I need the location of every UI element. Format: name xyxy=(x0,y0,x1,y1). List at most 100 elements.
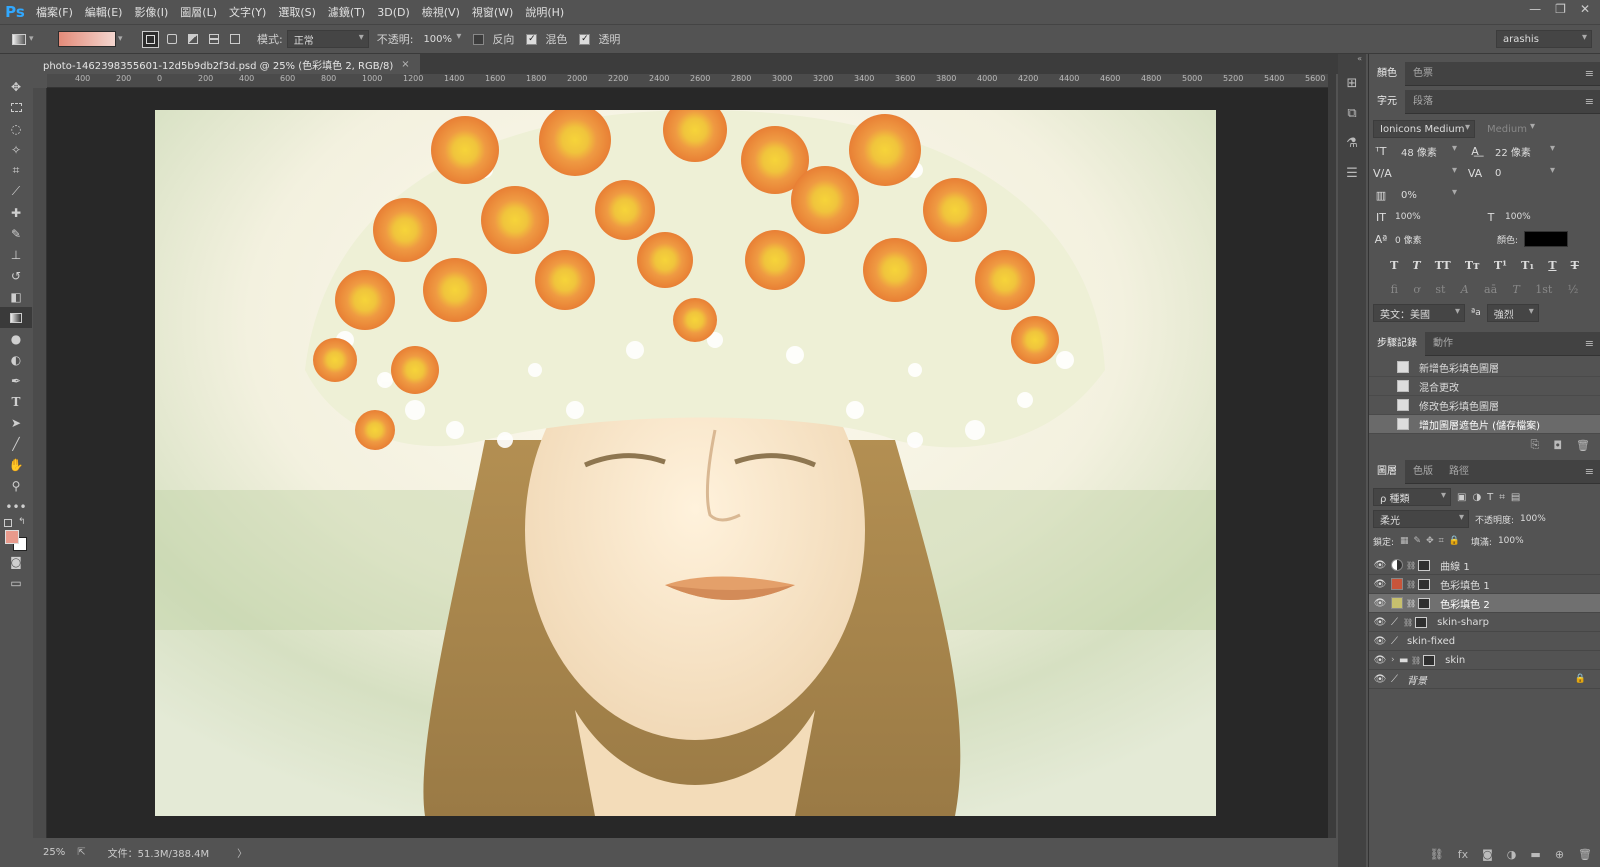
panel-menu-icon[interactable]: ≡ xyxy=(1585,95,1594,108)
link-layers-icon[interactable]: ⛓ xyxy=(1430,848,1444,861)
layer-row[interactable]: 👁 ⟋ ⛓ skin-sharp xyxy=(1369,613,1600,632)
path-selection-tool-icon[interactable]: ➤ xyxy=(0,412,32,433)
document-image[interactable] xyxy=(155,110,1216,816)
faux-bold-button[interactable]: T xyxy=(1390,259,1398,272)
gradient-picker[interactable]: ▾ xyxy=(58,30,126,48)
screen-mode-icon[interactable]: ▭ xyxy=(0,572,32,593)
history-brush-tool-icon[interactable]: ↺ xyxy=(0,265,32,286)
text-color-swatch[interactable] xyxy=(1524,231,1569,247)
menu-image[interactable]: 影像(I) xyxy=(128,4,174,20)
new-group-icon[interactable]: ▬ xyxy=(1530,848,1540,861)
workspace-dropdown[interactable]: arashis xyxy=(1496,30,1592,48)
font-size-field[interactable]: 48 像素 xyxy=(1395,142,1461,160)
zoom-level[interactable]: 25% xyxy=(43,847,65,858)
properties-panel-icon[interactable]: ⊞ xyxy=(1338,68,1366,98)
collapse-icon[interactable]: « xyxy=(1338,54,1366,68)
visibility-eye-icon[interactable]: 👁 xyxy=(1369,655,1391,666)
clone-stamp-tool-icon[interactable]: ⊥ xyxy=(0,244,32,265)
transparency-checkbox[interactable]: ✓ xyxy=(579,33,591,45)
panel-menu-icon[interactable]: ≡ xyxy=(1585,465,1594,478)
visibility-eye-icon[interactable]: 👁 xyxy=(1369,674,1391,685)
layer-mask-thumbnail[interactable] xyxy=(1423,654,1436,666)
gradient-tool-icon[interactable] xyxy=(0,307,32,328)
tab-history[interactable]: 步驟記錄 xyxy=(1369,331,1425,356)
lock-icons[interactable]: ▦✎✥⌗🔒 xyxy=(1400,536,1465,546)
hand-tool-icon[interactable]: ✋ xyxy=(0,454,32,475)
layer-mask-thumbnail[interactable] xyxy=(1415,616,1428,628)
pen-tool-icon[interactable]: ✒ xyxy=(0,370,32,391)
ligatures-button[interactable]: fi xyxy=(1391,283,1398,296)
menu-file[interactable]: 檔案(F) xyxy=(30,4,79,20)
brush-tool-icon[interactable]: ✎ xyxy=(0,223,32,244)
dodge-tool-icon[interactable]: ◐ xyxy=(0,349,32,370)
magic-wand-tool-icon[interactable]: ✧ xyxy=(0,139,32,160)
scale-field[interactable]: 0% xyxy=(1395,186,1461,204)
visibility-eye-icon[interactable]: 👁 xyxy=(1369,579,1391,590)
reflected-gradient-button[interactable] xyxy=(205,31,222,48)
tab-channels[interactable]: 色版 xyxy=(1405,460,1441,484)
strikethrough-button[interactable]: T xyxy=(1571,259,1579,272)
stylistic-alternates-button[interactable]: aā xyxy=(1484,283,1497,296)
leading-field[interactable]: 22 像素 xyxy=(1489,142,1559,160)
layer-filter-dropdown[interactable]: ρ 種類 xyxy=(1373,488,1451,506)
layer-mask-thumbnail[interactable] xyxy=(1418,559,1431,571)
delete-layer-icon[interactable]: 🗑 xyxy=(1578,848,1592,861)
document-tab[interactable]: photo-1462398355601-12d5b9db2f3d.psd @ 2… xyxy=(33,54,420,74)
marquee-tool-icon[interactable] xyxy=(0,97,32,118)
faux-italic-button[interactable]: T xyxy=(1412,259,1420,272)
opacity-field[interactable]: 100% xyxy=(417,30,465,48)
layer-mask-thumbnail[interactable] xyxy=(1418,578,1431,590)
layer-row[interactable]: 👁 ⛓ 色彩填色 2 xyxy=(1369,594,1600,613)
blur-tool-icon[interactable]: ● xyxy=(0,328,32,349)
discretionary-ligatures-button[interactable]: st xyxy=(1435,283,1445,296)
fx-icon[interactable]: fx xyxy=(1458,848,1468,861)
swap-colors-icon[interactable]: ↰ xyxy=(18,517,26,527)
move-tool-icon[interactable]: ✥ xyxy=(0,76,32,97)
font-style-dropdown[interactable]: Medium xyxy=(1481,120,1539,138)
font-family-dropdown[interactable]: Ionicons Medium xyxy=(1373,120,1475,138)
dither-checkbox[interactable]: ✓ xyxy=(526,33,538,45)
sliders-panel-icon[interactable]: ☰ xyxy=(1338,158,1366,188)
menu-help[interactable]: 說明(H) xyxy=(519,4,570,20)
visibility-eye-icon[interactable]: 👁 xyxy=(1369,598,1391,609)
underline-button[interactable]: T xyxy=(1548,259,1556,272)
snapshot-camera-icon[interactable]: ◘ xyxy=(1553,439,1562,452)
vertical-scrollbar[interactable] xyxy=(1328,74,1336,838)
horizontal-scale-value[interactable]: 100% xyxy=(1505,212,1531,222)
filter-icons[interactable]: ▣◑T⌗▤ xyxy=(1457,492,1526,503)
tool-preset-picker[interactable]: ▾ xyxy=(12,29,52,49)
new-document-from-state-icon[interactable]: ⎘ xyxy=(1531,438,1540,452)
close-button[interactable]: ✕ xyxy=(1580,2,1590,16)
tab-color[interactable]: 顏色 xyxy=(1369,61,1405,86)
layer-row[interactable]: 👁 ⛓ 色彩填色 1 xyxy=(1369,575,1600,594)
tab-character[interactable]: 字元 xyxy=(1369,89,1405,114)
tracking-field[interactable]: 0 xyxy=(1489,164,1559,182)
restore-button[interactable]: ❐ xyxy=(1555,2,1566,16)
eraser-tool-icon[interactable]: ◧ xyxy=(0,286,32,307)
status-arrow-icon[interactable]: 〉 xyxy=(237,845,247,860)
color-swatches[interactable]: ↰ xyxy=(0,517,32,551)
lasso-tool-icon[interactable]: ◌ xyxy=(0,118,32,139)
reverse-checkbox[interactable] xyxy=(473,33,485,45)
kerning-field[interactable] xyxy=(1395,164,1461,182)
menu-select[interactable]: 選取(S) xyxy=(272,4,322,20)
titling-alternates-button[interactable]: T xyxy=(1513,283,1520,296)
ordinals-button[interactable]: 1st xyxy=(1535,283,1552,296)
adjustment-layer-icon[interactable]: ◑ xyxy=(1507,848,1517,861)
new-layer-icon[interactable]: ⊕ xyxy=(1555,848,1564,861)
panel-menu-icon[interactable]: ≡ xyxy=(1585,67,1594,80)
type-tool-icon[interactable]: T xyxy=(0,391,32,412)
radial-gradient-button[interactable] xyxy=(163,31,180,48)
quick-mask-icon[interactable]: ◙ xyxy=(0,551,32,572)
menu-3d[interactable]: 3D(D) xyxy=(371,6,416,19)
history-item[interactable]: 修改色彩填色圖層 xyxy=(1369,396,1600,415)
tab-swatches[interactable]: 色票 xyxy=(1405,62,1441,86)
line-tool-icon[interactable]: ╱ xyxy=(0,433,32,454)
tab-paths[interactable]: 路徑 xyxy=(1441,460,1477,484)
language-dropdown[interactable]: 英文：美國 xyxy=(1373,304,1465,322)
more-tools-icon[interactable]: ••• xyxy=(0,496,32,517)
minimize-button[interactable]: — xyxy=(1529,2,1541,16)
history-item[interactable]: 混合更改 xyxy=(1369,377,1600,396)
linear-gradient-button[interactable] xyxy=(142,30,159,48)
default-colors-icon[interactable] xyxy=(4,519,12,527)
